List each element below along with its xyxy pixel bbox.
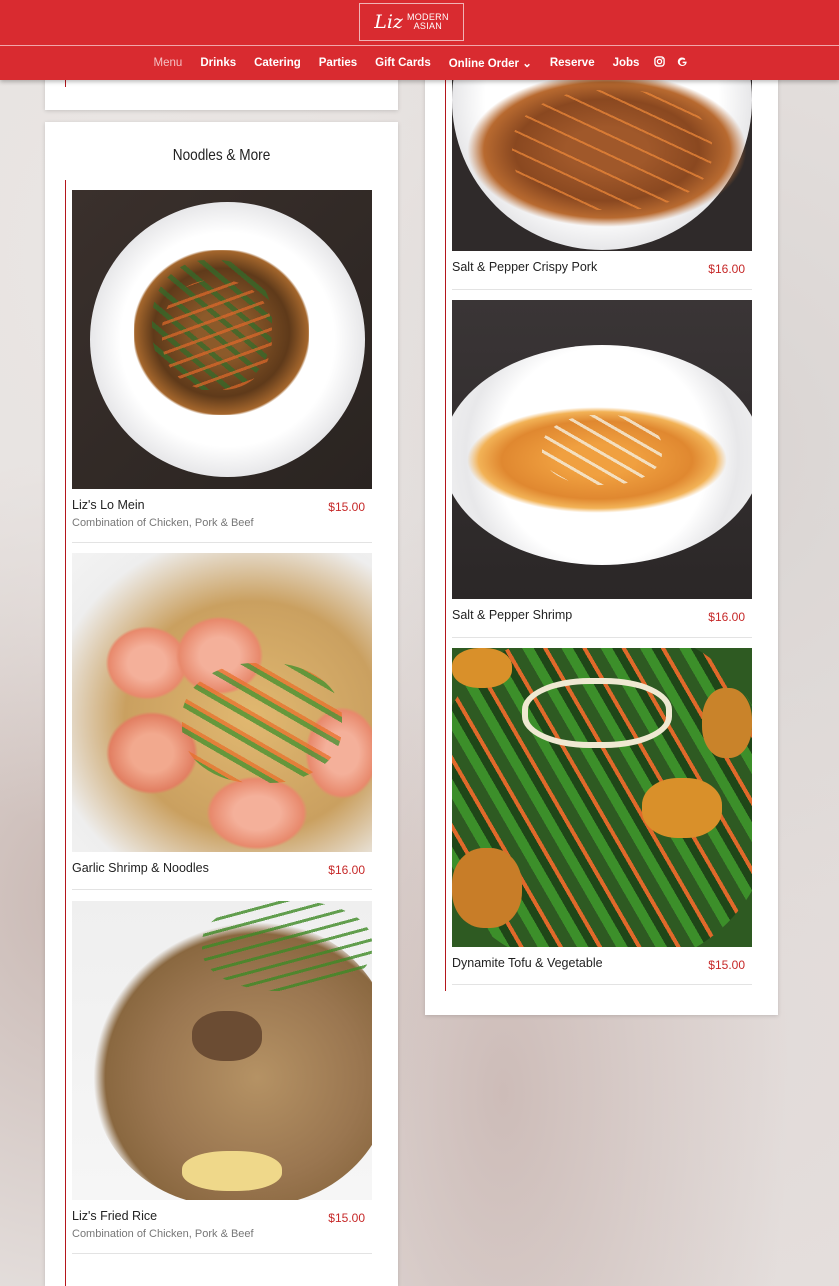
section-rule — [65, 80, 66, 87]
item-name: Liz's Fried Rice — [72, 1209, 158, 1223]
menu-item-crispy-pork[interactable]: Salt & Pepper Crispy Pork $16.00 — [452, 80, 752, 290]
section-title: Noodles & More — [172, 147, 271, 164]
item-divider — [72, 889, 372, 890]
item-price: $16.00 — [708, 610, 745, 624]
section-rule — [65, 180, 66, 1286]
item-name: Dynamite Tofu & Vegetable — [452, 956, 603, 970]
nav-drinks[interactable]: Drinks — [191, 57, 245, 69]
instagram-icon[interactable] — [648, 56, 671, 70]
salt-pepper-shrimp-photo — [452, 300, 752, 599]
dynamite-tofu-photo — [452, 648, 752, 947]
nav-reserve[interactable]: Reserve — [541, 57, 604, 69]
google-icon[interactable] — [671, 56, 694, 70]
section-rule — [445, 80, 446, 991]
site-header: Liz MODERN ASIAN Menu Drinks Catering Pa… — [0, 0, 839, 80]
nav-online-order[interactable]: Online Order ⌄ — [440, 56, 541, 70]
item-name: Garlic Shrimp & Noodles — [72, 861, 209, 875]
item-description: Combination of Chicken, Pork & Beef — [72, 1228, 254, 1240]
nav-parties[interactable]: Parties — [310, 57, 366, 69]
nav-menu[interactable]: Menu — [145, 57, 192, 69]
item-divider — [72, 1253, 372, 1254]
fried-rice-photo — [72, 901, 372, 1200]
menu-item-fried-rice[interactable]: Liz's Fried Rice $15.00 Combination of C… — [72, 901, 372, 1254]
item-price: $16.00 — [708, 262, 745, 276]
nav-catering[interactable]: Catering — [245, 57, 310, 69]
item-divider — [452, 984, 752, 985]
item-divider — [452, 289, 752, 290]
menu-item-lo-mein[interactable]: Liz's Lo Mein $15.00 Combination of Chic… — [72, 190, 372, 543]
garlic-shrimp-photo — [72, 553, 372, 852]
crispy-pork-photo — [452, 80, 752, 251]
item-price: $16.00 — [328, 863, 365, 877]
menu-item-dynamite-tofu[interactable]: Dynamite Tofu & Vegetable $15.00 — [452, 648, 752, 985]
item-price: $15.00 — [328, 500, 365, 514]
item-description: Combination of Chicken, Pork & Beef — [72, 517, 254, 529]
item-name: Liz's Lo Mein — [72, 498, 145, 512]
menu-item-garlic-shrimp[interactable]: Garlic Shrimp & Noodles $16.00 — [72, 553, 372, 890]
nav-jobs[interactable]: Jobs — [604, 57, 649, 69]
main-nav: Menu Drinks Catering Parties Gift Cards … — [0, 46, 839, 80]
item-price: $15.00 — [708, 958, 745, 972]
item-price: $15.00 — [328, 1211, 365, 1225]
logo-wordmark: MODERN ASIAN — [407, 13, 449, 31]
item-name: Salt & Pepper Shrimp — [452, 608, 573, 622]
logo-script: Liz — [374, 11, 403, 33]
logo[interactable]: Liz MODERN ASIAN — [359, 3, 464, 41]
menu-item-salt-pepper-shrimp[interactable]: Salt & Pepper Shrimp $16.00 — [452, 300, 752, 638]
lo-mein-photo — [72, 190, 372, 489]
item-name: Salt & Pepper Crispy Pork — [452, 260, 598, 274]
nav-gift-cards[interactable]: Gift Cards — [366, 57, 440, 69]
item-divider — [72, 542, 372, 543]
item-divider — [452, 637, 752, 638]
logo-line2: ASIAN — [413, 21, 443, 31]
